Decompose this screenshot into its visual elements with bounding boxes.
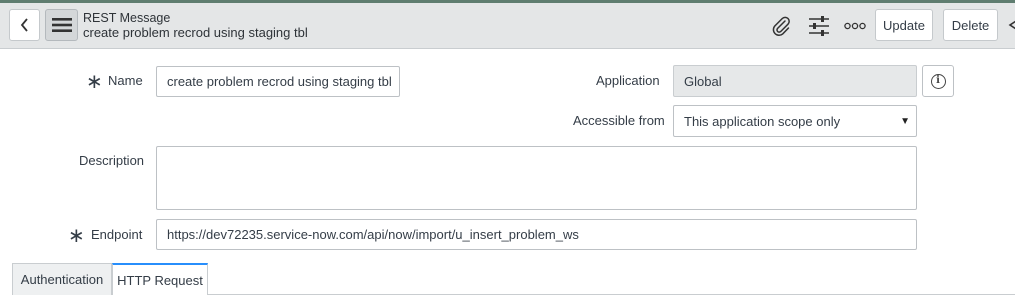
context-menu-button[interactable]	[45, 9, 78, 41]
application-label: Application	[596, 73, 660, 88]
record-type-title: REST Message	[83, 11, 171, 25]
sliders-icon	[809, 16, 829, 36]
delete-button[interactable]: Delete	[943, 9, 998, 41]
record-name-subtitle: create problem recrod using staging tbl	[83, 25, 308, 40]
update-button[interactable]: Update	[875, 9, 933, 41]
personalize-form-button[interactable]	[807, 15, 831, 37]
attachment-button[interactable]	[769, 15, 793, 37]
endpoint-input[interactable]: https://dev72235.service-now.com/api/now…	[156, 219, 917, 250]
name-input[interactable]: create problem recrod using staging tbl	[156, 66, 400, 97]
back-icon	[20, 18, 28, 32]
hamburger-menu-icon	[51, 18, 72, 32]
info-icon: i	[930, 73, 946, 89]
description-label: Description	[79, 153, 145, 168]
more-dots-icon	[844, 22, 866, 30]
back-button[interactable]	[9, 9, 40, 41]
header-titles: REST Message create problem recrod using…	[83, 11, 308, 41]
accessible-from-value: This application scope only	[684, 113, 841, 129]
description-textarea[interactable]	[156, 146, 917, 210]
application-info-button[interactable]: i	[922, 65, 954, 97]
endpoint-required-marker: ∗	[68, 225, 85, 247]
tab-authentication[interactable]: Authentication	[12, 263, 112, 295]
dropdown-caret-icon: ▼	[900, 116, 910, 127]
name-required-marker: ∗	[86, 71, 103, 93]
accessible-from-label: Accessible from	[573, 113, 665, 128]
accessible-from-select[interactable]: This application scope only ▼	[673, 105, 917, 137]
name-label: Name	[108, 73, 143, 88]
endpoint-label: Endpoint	[91, 227, 143, 242]
overflow-caret-icon[interactable]	[1006, 17, 1015, 33]
application-field: Global	[673, 65, 917, 97]
tab-http-request[interactable]: HTTP Request	[112, 263, 208, 295]
form-header: REST Message create problem recrod using…	[0, 3, 1015, 49]
more-options-button[interactable]	[843, 15, 867, 37]
paperclip-icon	[772, 16, 790, 37]
